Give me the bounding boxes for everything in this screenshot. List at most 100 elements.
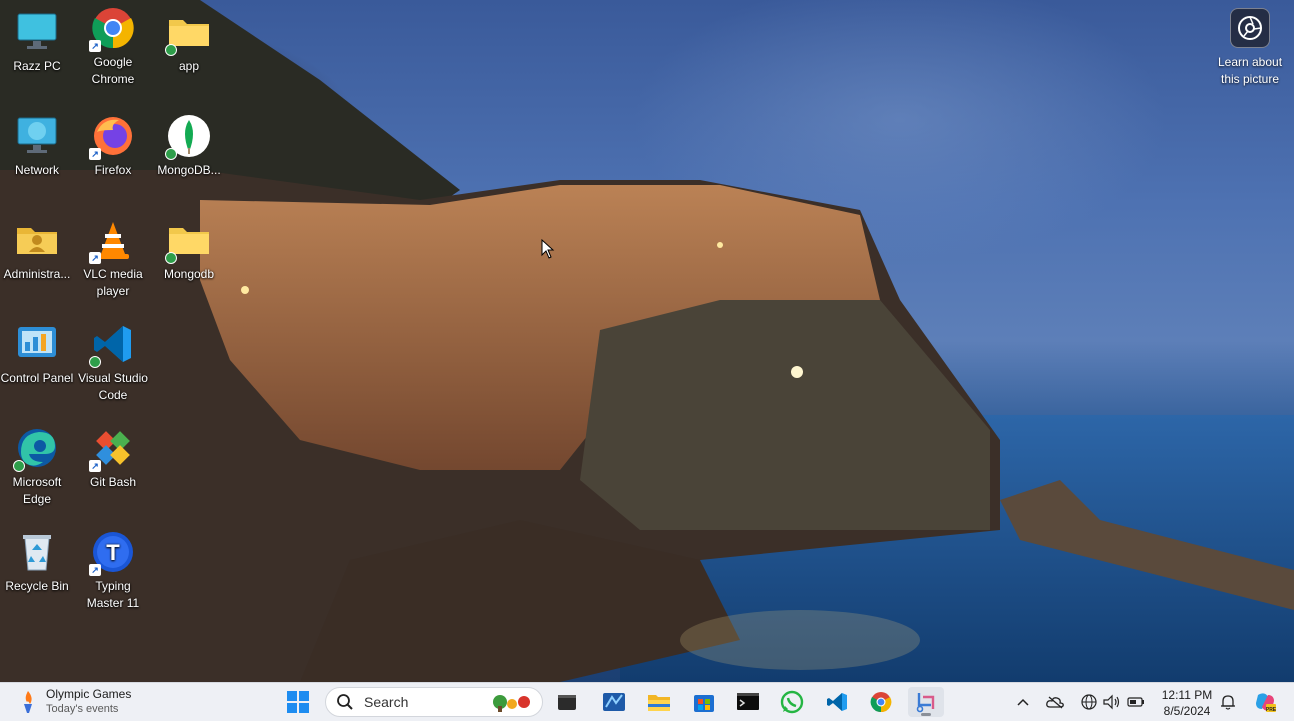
svg-text:PRE: PRE xyxy=(1266,707,1276,713)
copilot-icon: PRE xyxy=(1256,693,1276,713)
desktop-icon-label: Network xyxy=(14,163,59,177)
learn-about-picture[interactable]: Learn about this picture xyxy=(1210,8,1290,88)
vlc-icon: ↗ xyxy=(89,218,135,264)
desktop-icon-label: VLC media player xyxy=(83,267,143,298)
user-folder-icon xyxy=(15,218,59,262)
network-icon xyxy=(15,114,59,158)
desktop-icon-label: Microsoft Edge xyxy=(12,475,62,506)
recycle-bin-icon xyxy=(15,530,59,574)
speaker-icon xyxy=(1103,694,1120,710)
battery-icon xyxy=(1127,697,1144,707)
tray-notifications[interactable] xyxy=(1219,693,1237,711)
clock-time: 12:11 PM xyxy=(1161,688,1213,702)
desktop-icon-app[interactable]: app xyxy=(152,6,226,75)
taskbar-file-explorer[interactable] xyxy=(641,687,677,717)
file-explorer-icon xyxy=(648,695,670,711)
taskbar-microsoft-store[interactable] xyxy=(686,687,722,717)
desktop-icon-google-chrome[interactable]: ↗ Google Chrome xyxy=(76,2,150,88)
desktop-icon-git-bash[interactable]: ↗ Git Bash xyxy=(76,422,150,491)
snipping-tool-icon xyxy=(603,693,625,711)
shortcut-arrow-icon: ↗ xyxy=(89,460,101,472)
clock-date: 8/5/2024 xyxy=(1163,704,1211,718)
svg-text:T: T xyxy=(106,540,120,565)
desktop-icon-label: Administra... xyxy=(3,267,71,281)
tray-battery[interactable] xyxy=(1127,693,1145,711)
whatsapp-icon xyxy=(780,690,804,714)
desktop-icon-label: Git Bash xyxy=(89,475,137,489)
folder-icon xyxy=(165,10,211,56)
desktop-icon-network[interactable]: Network xyxy=(0,110,74,179)
git-bash-icon: ↗ xyxy=(89,426,135,472)
desktop-icon-label: Visual Studio Code xyxy=(78,371,148,402)
shortcut-arrow-icon: ↗ xyxy=(89,40,101,52)
camera-icon xyxy=(1230,8,1270,48)
start-button[interactable] xyxy=(280,687,316,717)
start-icon xyxy=(287,691,309,713)
desktop-icon-mongodb-compass[interactable]: MongoDB... xyxy=(152,110,226,179)
taskbar-whatsapp[interactable] xyxy=(774,687,810,717)
vscode-icon xyxy=(89,322,135,368)
desktop-icon-label: Mongodb xyxy=(163,267,215,281)
sync-status-icon xyxy=(13,460,25,472)
desktop-icon-label: Razz PC xyxy=(13,59,61,73)
tray-copilot[interactable]: PRE xyxy=(1254,691,1276,713)
chrome-icon: ↗ xyxy=(89,6,135,52)
desktop-icon-firefox[interactable]: ↗ Firefox xyxy=(76,110,150,179)
desktop-icon-label: Control Panel xyxy=(0,371,74,385)
search-icon xyxy=(337,694,353,710)
desktop-icon-edge[interactable]: Microsoft Edge xyxy=(0,422,74,508)
mongodb-icon xyxy=(165,114,211,160)
wallpaper-scene xyxy=(0,0,1294,682)
desktop-icon-vlc[interactable]: ↗ VLC media player xyxy=(76,214,150,300)
folder-icon xyxy=(165,218,211,264)
snip-sketch-icon xyxy=(916,693,935,713)
shortcut-arrow-icon: ↗ xyxy=(89,252,101,264)
clock[interactable]: 12:11 PM 8/5/2024 xyxy=(1155,687,1219,719)
desktop-icon-razz-pc[interactable]: Razz PC xyxy=(0,6,74,75)
control-panel-icon xyxy=(15,322,59,366)
bell-icon xyxy=(1221,695,1235,710)
learn-about-label: Learn about this picture xyxy=(1217,55,1283,86)
cloud-icon xyxy=(1046,696,1064,709)
desktop-icon-vscode[interactable]: Visual Studio Code xyxy=(76,318,150,404)
desktop-icon-control-panel[interactable]: Control Panel xyxy=(0,318,74,387)
desktop-icon-label: MongoDB... xyxy=(157,163,221,177)
active-indicator xyxy=(921,713,931,716)
vscode-icon xyxy=(827,693,847,711)
desktop-wallpaper: Razz PC ↗ Google Chrome app Network ↗ Fi… xyxy=(0,0,1294,682)
desktop-icon-recycle-bin[interactable]: Recycle Bin xyxy=(0,526,74,595)
news-widget[interactable]: Olympic Games Today's events xyxy=(18,687,131,717)
shortcut-arrow-icon: ↗ xyxy=(89,148,101,160)
sync-status-icon xyxy=(165,44,177,56)
tray-onedrive[interactable] xyxy=(1046,693,1064,711)
taskbar-command-prompt[interactable] xyxy=(730,687,766,717)
tray-language[interactable] xyxy=(1080,693,1098,711)
typing-master-icon: T ↗ xyxy=(89,530,135,576)
taskbar-chrome[interactable] xyxy=(863,687,899,717)
terminal-icon xyxy=(558,695,576,710)
search-box[interactable]: Search xyxy=(325,687,543,717)
taskbar: Olympic Games Today's events Search 12:1… xyxy=(0,682,1294,721)
taskbar-snip-sketch[interactable] xyxy=(908,687,944,717)
tray-show-hidden[interactable] xyxy=(1014,693,1032,711)
desktop-icon-typing-master[interactable]: T ↗ Typing Master 11 xyxy=(76,526,150,612)
tray-volume[interactable] xyxy=(1103,693,1121,711)
edge-icon xyxy=(13,426,59,472)
taskbar-vscode[interactable] xyxy=(819,687,855,717)
firefox-icon: ↗ xyxy=(89,114,135,160)
search-placeholder: Search xyxy=(364,694,409,710)
shortcut-arrow-icon: ↗ xyxy=(89,564,101,576)
desktop-icon-administrator[interactable]: Administra... xyxy=(0,214,74,283)
news-title: Olympic Games xyxy=(46,687,132,701)
desktop-icon-label: Recycle Bin xyxy=(5,579,69,593)
taskbar-snipping-tool[interactable] xyxy=(596,687,632,717)
sync-status-icon xyxy=(165,148,177,160)
command-prompt-icon xyxy=(737,693,759,710)
chrome-icon xyxy=(870,692,892,713)
torch-icon xyxy=(24,691,32,713)
desktop-icon-mongodb-folder[interactable]: Mongodb xyxy=(152,214,226,283)
taskbar-terminal[interactable] xyxy=(549,687,585,717)
news-subtitle: Today's events xyxy=(46,703,119,715)
microsoft-store-icon xyxy=(694,695,714,712)
chevron-up-icon xyxy=(1017,698,1029,706)
